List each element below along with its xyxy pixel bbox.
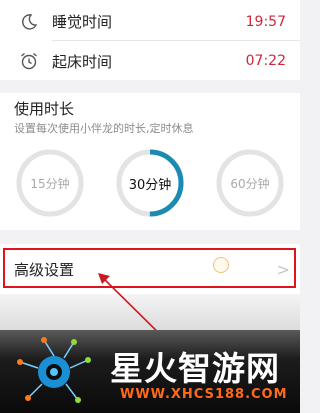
duration-option-15[interactable]: 15分钟: [15, 148, 85, 218]
usage-duration-subtitle: 设置每次使用小伴龙的时长,定时休息: [14, 122, 194, 135]
watermark-url: WWW.XHCS188.COM: [120, 387, 288, 402]
usage-duration-title: 使用时长: [14, 100, 75, 118]
sleep-time-label: 睡觉时间: [52, 13, 113, 31]
section-gap: [0, 230, 300, 244]
touch-indicator: [213, 257, 229, 273]
duration-options: 15分钟 30分钟 60分钟: [0, 140, 300, 230]
wake-time-row[interactable]: 起床时间 07:22: [0, 41, 300, 81]
alarm-clock-icon: [18, 50, 40, 72]
sleep-time-value: 19:57: [245, 13, 286, 30]
watermark-logo-icon: [17, 337, 91, 403]
watermark-banner: 星火智游网 WWW.XHCS188.COM: [0, 330, 300, 413]
highlight-annotation-box: [3, 248, 296, 288]
wake-time-value: 07:22: [245, 53, 286, 69]
duration-option-label: 30分钟: [128, 177, 172, 193]
duration-option-30[interactable]: 30分钟: [115, 148, 185, 218]
watermark-title: 星火智游网: [110, 349, 280, 388]
duration-option-label: 15分钟: [30, 176, 70, 191]
duration-option-60[interactable]: 60分钟: [215, 148, 285, 218]
usage-duration-header: 使用时长 设置每次使用小伴龙的时长,定时休息: [0, 93, 300, 140]
blank-area: [0, 294, 300, 334]
wake-time-label: 起床时间: [52, 52, 113, 71]
sleep-time-row[interactable]: 睡觉时间 19:57: [0, 0, 300, 43]
alarm-settings-card: 睡觉时间 19:57 起床时间 07:22: [0, 0, 300, 80]
duration-option-label: 60分钟: [230, 176, 270, 191]
moon-icon: [18, 11, 40, 33]
